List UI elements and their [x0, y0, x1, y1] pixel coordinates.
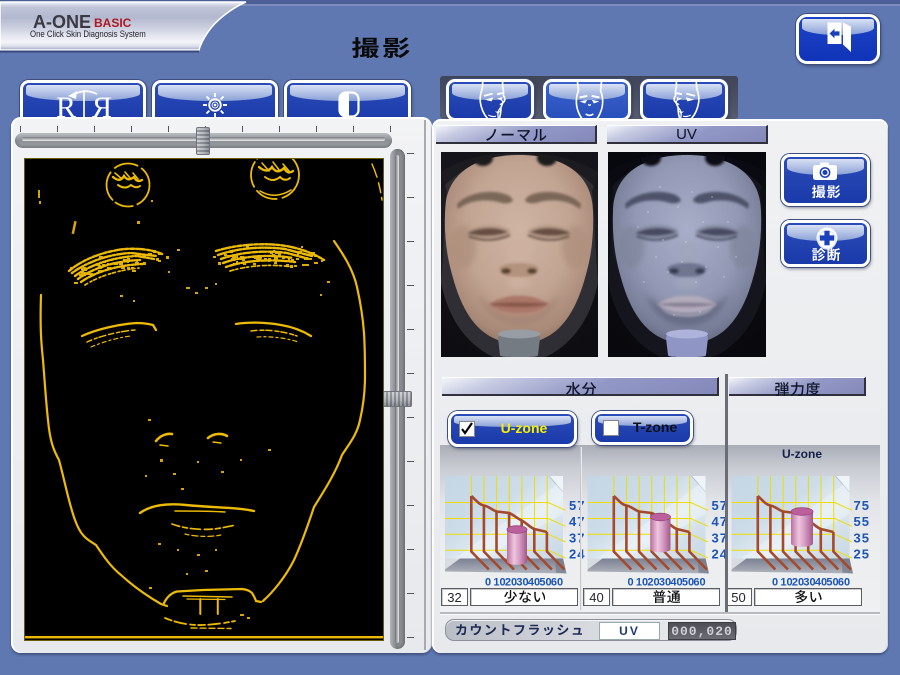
svg-text:30: 30: [516, 577, 528, 589]
svg-text:25: 25: [854, 547, 870, 562]
svg-text:40: 40: [528, 577, 540, 589]
svg-text:24: 24: [569, 547, 585, 562]
svg-text:20: 20: [505, 577, 517, 589]
svg-text:75: 75: [854, 498, 870, 513]
svg-text:60: 60: [551, 577, 563, 589]
svg-text:10: 10: [493, 577, 505, 589]
svg-text:0: 0: [485, 577, 491, 589]
svg-text:37: 37: [569, 531, 585, 546]
svg-text:55: 55: [854, 514, 870, 529]
svg-text:50: 50: [539, 577, 551, 589]
svg-text:57: 57: [569, 498, 585, 513]
svg-text:35: 35: [854, 531, 870, 546]
svg-text:47: 47: [569, 514, 585, 529]
